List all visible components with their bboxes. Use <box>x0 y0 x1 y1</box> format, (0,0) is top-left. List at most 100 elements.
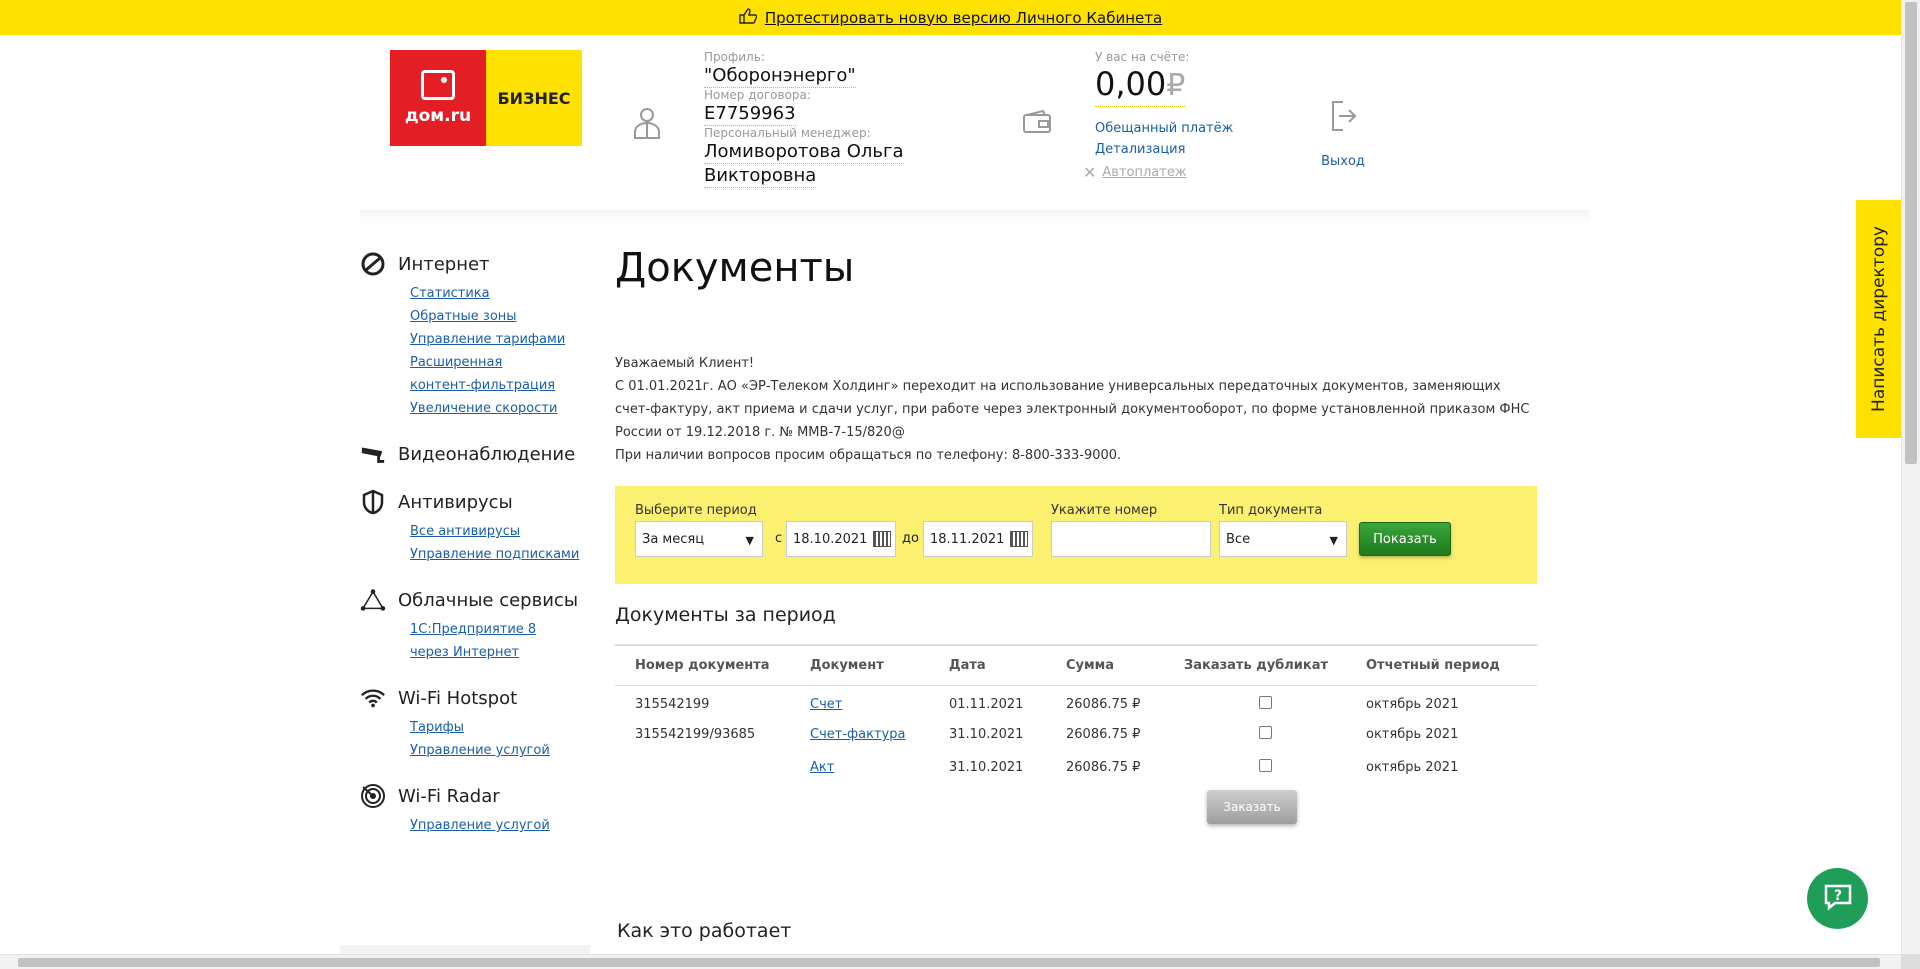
col-duplicate: Заказать дубликат <box>1164 644 1346 686</box>
col-sum: Сумма <box>1046 644 1164 686</box>
promised-payment-link[interactable]: Обещанный платёж <box>1095 121 1255 136</box>
table-row: 315542199 Счет 01.11.2021 26086.75 ₽ окт… <box>635 696 1459 713</box>
logout[interactable]: Выход <box>1313 100 1373 169</box>
logout-link[interactable]: Выход <box>1313 154 1373 169</box>
camera-icon <box>360 441 386 467</box>
contract-label: Номер договора: <box>704 88 811 102</box>
date-to-input[interactable]: 18.11.2021 <box>923 521 1033 557</box>
sidebar-title-antivirus[interactable]: Антивирусы <box>398 492 513 513</box>
sidebar-link-hotspot-manage[interactable]: Управление услугой <box>410 739 595 762</box>
sidebar-link-1c[interactable]: 1С:Предприятие 8 через Интернет <box>410 618 570 664</box>
period-select[interactable]: За месяц ▼ <box>635 521 763 557</box>
sidebar-section-internet: Интернет Статистика Обратные зоны Управл… <box>360 250 595 420</box>
sidebar-link-statistics[interactable]: Статистика <box>410 282 595 305</box>
sidebar-title-cloud[interactable]: Облачные сервисы <box>398 590 578 611</box>
sidebar-link-content-filter[interactable]: Расширенная контент-фильтрация <box>410 351 560 397</box>
wallet-icon <box>1022 109 1052 138</box>
user-icon <box>632 106 662 144</box>
logo[interactable]: дом.ru БИЗНЕС <box>390 50 582 146</box>
manager-name-line2[interactable]: Викторовна <box>704 164 817 188</box>
sidebar-section-wifi-radar: Wi-Fi Radar Управление услугой <box>360 782 595 837</box>
main-content: Документы Уважаемый Клиент! С 01.01.2021… <box>615 240 1537 942</box>
autopay-link[interactable]: Автоплатеж <box>1102 165 1186 180</box>
period-label: Выберите период <box>635 503 757 518</box>
sidebar-link-hotspot-tariffs[interactable]: Тарифы <box>410 716 595 739</box>
table-header-row: Номер документа Документ Дата Сумма Зака… <box>615 644 1537 686</box>
logo-dom-ru: дом.ru <box>390 50 486 146</box>
sidebar-title-wifi-hotspot[interactable]: Wi-Fi Hotspot <box>398 688 517 709</box>
from-label: с <box>775 531 783 546</box>
sidebar-link-tariffs[interactable]: Управление тарифами <box>410 328 595 351</box>
logo-business: БИЗНЕС <box>486 50 582 146</box>
sidebar-title-video[interactable]: Видеонаблюдение <box>398 444 575 465</box>
sidebar-link-all-antivirus[interactable]: Все антивирусы <box>410 520 595 543</box>
sidebar-section-cloud: Облачные сервисы 1С:Предприятие 8 через … <box>360 586 595 664</box>
document-number-input[interactable] <box>1051 521 1211 557</box>
sidebar-section-wifi-hotspot: Wi-Fi Hotspot Тарифы Управление услугой <box>360 684 595 762</box>
profile-block: Профиль: "Оборонэнерго" Номер договора: … <box>704 50 934 188</box>
currency-sign: ₽ <box>1166 68 1186 103</box>
scrollbar-corner <box>1901 954 1920 969</box>
duplicate-checkbox[interactable] <box>1259 759 1272 772</box>
sidebar-link-speed-up[interactable]: Увеличение скорости <box>410 397 595 420</box>
calendar-icon[interactable] <box>1010 531 1028 547</box>
filter-panel: Выберите период За месяц ▼ с 18.10.2021 … <box>615 486 1537 584</box>
profile-label: Профиль: <box>704 50 765 64</box>
sidebar-section-video: Видеонаблюдение <box>360 440 595 468</box>
document-link[interactable]: Счет-фактура <box>810 727 905 742</box>
date-from-input[interactable]: 18.10.2021 <box>786 521 896 557</box>
chevron-down-icon: ▼ <box>1329 534 1338 547</box>
doc-type-select[interactable]: Все ▼ <box>1219 521 1347 557</box>
internet-icon <box>360 251 386 277</box>
col-number: Номер документа <box>615 644 790 686</box>
sidebar-link-reverse-zones[interactable]: Обратные зоны <box>410 305 595 328</box>
horizontal-scrollbar[interactable] <box>0 954 1901 969</box>
balance-label: У вас на счёте: <box>1095 50 1190 64</box>
balance-block: У вас на счёте: 0,00₽ Обещанный платёж Д… <box>1083 50 1255 182</box>
duplicate-checkbox[interactable] <box>1259 696 1272 710</box>
header-divider <box>360 210 1590 224</box>
doc-type-label: Тип документа <box>1219 503 1323 518</box>
document-link[interactable]: Акт <box>810 760 834 775</box>
show-button[interactable]: Показать <box>1359 522 1451 556</box>
chevron-down-icon: ▼ <box>745 534 754 547</box>
manager-label: Персональный менеджер: <box>704 126 871 140</box>
col-document: Документ <box>790 644 929 686</box>
sidebar-footer <box>340 945 590 954</box>
scrollbar-thumb[interactable] <box>1905 2 1917 464</box>
contract-number[interactable]: E7759963 <box>704 102 796 126</box>
autopay-row[interactable]: ✕ Автоплатеж <box>1083 163 1255 182</box>
sidebar-link-subscriptions[interactable]: Управление подписками <box>410 543 595 566</box>
scrollbar-thumb[interactable] <box>18 958 1880 967</box>
details-link[interactable]: Детализация <box>1095 142 1255 157</box>
sidebar: Интернет Статистика Обратные зоны Управл… <box>360 250 595 857</box>
sidebar-link-radar-manage[interactable]: Управление услугой <box>410 814 595 837</box>
svg-text:?: ? <box>1833 888 1841 904</box>
question-chat-icon: ? <box>1823 883 1853 915</box>
profile-name[interactable]: "Оборонэнерго" <box>704 64 856 88</box>
write-director-tab[interactable]: Написать директору <box>1856 200 1901 438</box>
vertical-scrollbar[interactable] <box>1901 0 1920 954</box>
notice-text: Уважаемый Клиент! С 01.01.2021г. АО «ЭР-… <box>615 356 1530 463</box>
how-it-works-title: Как это работает <box>617 920 792 942</box>
sidebar-title-wifi-radar[interactable]: Wi-Fi Radar <box>398 786 500 807</box>
sidebar-title-internet[interactable]: Интернет <box>398 254 490 275</box>
house-icon <box>421 70 455 100</box>
documents-table: Номер документа Документ Дата Сумма Зака… <box>615 644 1537 784</box>
table-row: Акт 31.10.2021 26086.75 ₽ октябрь 2021 <box>810 759 1459 775</box>
test-new-version-link[interactable]: Протестировать новую версию Личного Каби… <box>765 9 1162 27</box>
logout-icon <box>1329 101 1357 136</box>
duplicate-checkbox[interactable] <box>1259 726 1272 739</box>
col-period: Отчетный период <box>1346 644 1537 686</box>
page-title: Документы <box>615 245 855 291</box>
document-link[interactable]: Счет <box>810 697 842 712</box>
cloud-triangle-icon <box>360 587 386 613</box>
sidebar-section-antivirus: Антивирусы Все антивирусы Управление под… <box>360 488 595 566</box>
order-button[interactable]: Заказать <box>1207 790 1297 824</box>
top-banner: Протестировать новую версию Личного Каби… <box>0 0 1901 35</box>
calendar-icon[interactable] <box>873 531 891 547</box>
wifi-icon <box>360 685 386 711</box>
manager-name-line1[interactable]: Ломиворотова Ольга <box>704 140 904 164</box>
table-row: 315542199/93685 Счет-фактура 31.10.2021 … <box>635 726 1459 742</box>
help-chat-button[interactable]: ? <box>1807 868 1868 929</box>
